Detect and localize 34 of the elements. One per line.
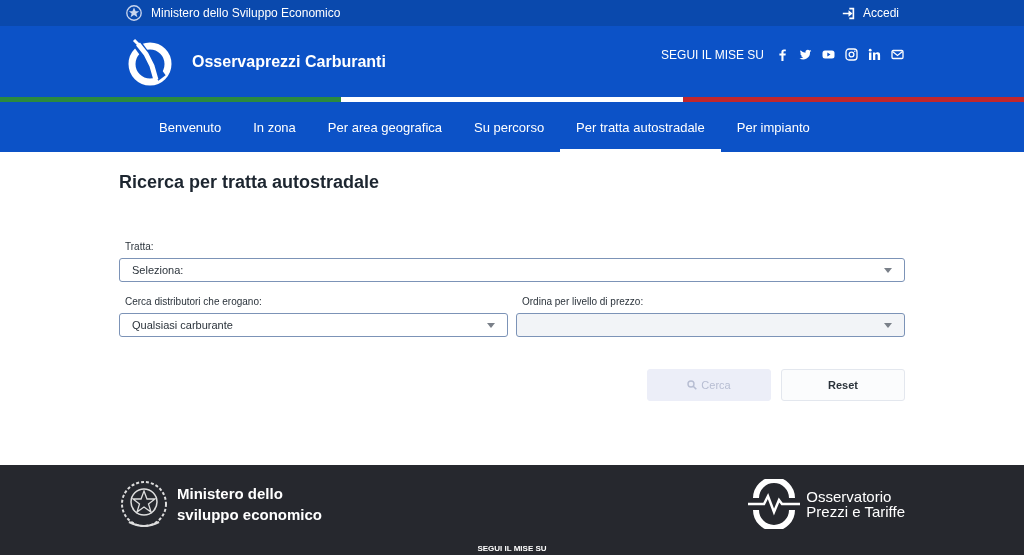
- nav-tab[interactable]: Per area geografica: [311, 102, 458, 152]
- page-title: Ricerca per tratta autostradale: [119, 172, 381, 193]
- nav-tab[interactable]: Per impianto: [720, 102, 826, 152]
- reset-button[interactable]: Reset: [781, 369, 905, 401]
- caret-icon: [487, 322, 495, 328]
- ministry-logo-text: Ministero dello sviluppo economico: [177, 484, 323, 525]
- login-link[interactable]: Accedi: [841, 6, 899, 20]
- site-title: Osservaprezzi Carburanti: [192, 52, 386, 71]
- nav-tab[interactable]: Per tratta autostradale: [560, 102, 721, 152]
- social-label: SEGUI IL MISE SU: [477, 544, 547, 554]
- login-icon: [841, 6, 855, 20]
- field-label: Tratta:: [124, 241, 155, 252]
- select-field[interactable]: Qualsiasi carburante: [119, 313, 508, 337]
- search-icon: [687, 380, 698, 390]
- field-label: Ordina per livello di prezzo:: [521, 296, 645, 307]
- linkedin-icon[interactable]: [868, 48, 881, 61]
- facebook-icon[interactable]: [776, 48, 789, 61]
- nav-tab[interactable]: Benvenuto: [143, 102, 238, 152]
- nav-tab[interactable]: In zona: [237, 102, 312, 152]
- field-label: Cerca distributori che erogano:: [124, 296, 263, 307]
- youtube-icon[interactable]: [822, 48, 835, 61]
- pulse-logo-icon: [746, 479, 803, 529]
- select-field[interactable]: Seleziona:: [119, 258, 905, 282]
- instagram-icon[interactable]: [845, 48, 858, 61]
- observatory-logo-text: Osservatorio Prezzi e Tariffe: [806, 489, 905, 519]
- caret-icon: [884, 267, 892, 273]
- twitter-bird-icon[interactable]: [799, 48, 812, 61]
- emblem-icon: [119, 478, 169, 530]
- mail-icon[interactable]: [891, 48, 904, 61]
- emblem-icon: [125, 4, 143, 22]
- ministry-name: Ministero dello Sviluppo Economico: [151, 6, 341, 20]
- caret-icon: [884, 322, 892, 328]
- social-label: SEGUI IL MISE SU: [661, 47, 764, 62]
- nav-tab[interactable]: Su percorso: [458, 102, 561, 152]
